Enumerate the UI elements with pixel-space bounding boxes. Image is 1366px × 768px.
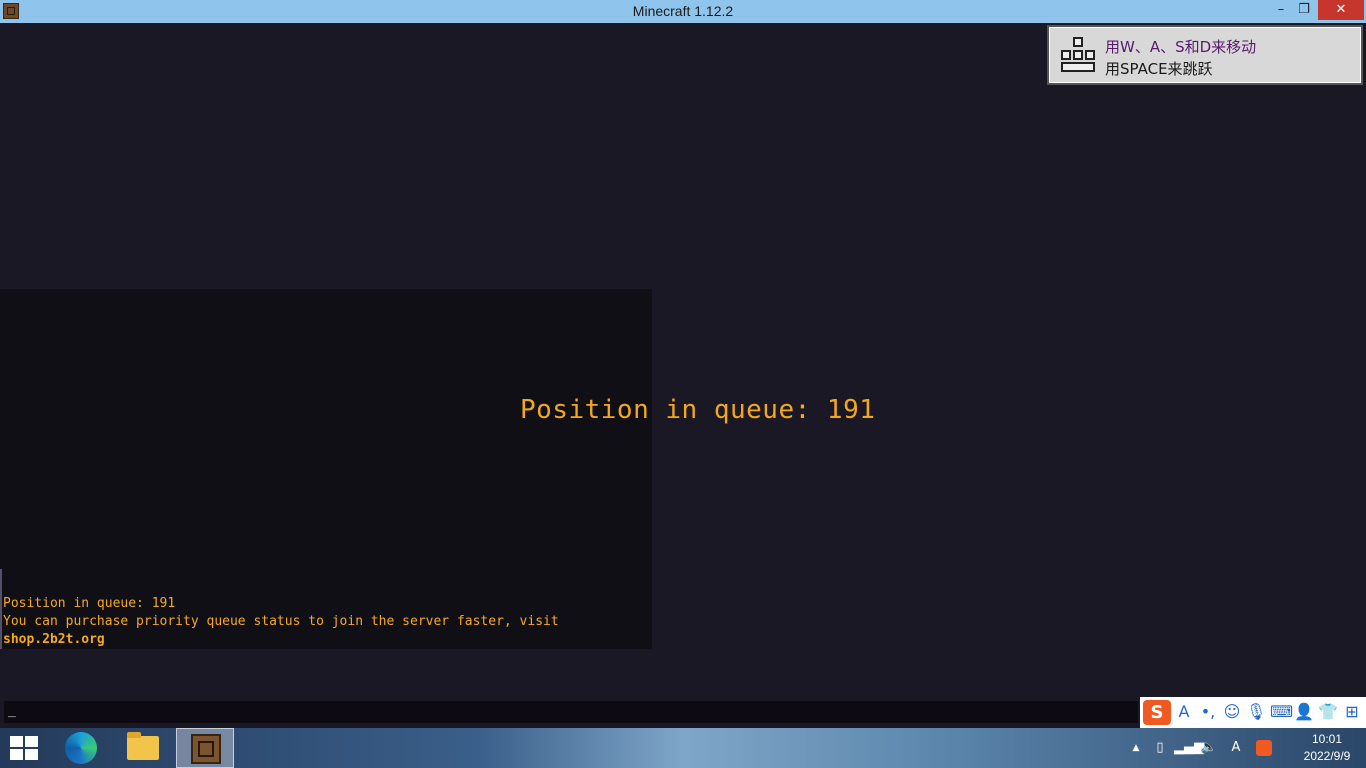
toast-move-hint: 用W、A、S和D来移动 — [1105, 38, 1257, 56]
chat-message-queue: Position in queue: 191 — [3, 596, 176, 611]
taskbar-edge[interactable] — [52, 728, 110, 768]
chat-panel — [0, 289, 652, 649]
tray-volume-icon[interactable]: 🔈 — [1199, 728, 1219, 768]
folder-icon — [127, 732, 159, 760]
tray-network-icon[interactable]: ▂▄▆ — [1174, 728, 1204, 768]
clock-date: 2022/9/9 — [1303, 749, 1351, 763]
edge-browser-icon — [65, 732, 97, 764]
tray-sogou-icon[interactable] — [1254, 728, 1274, 768]
taskbar-file-explorer[interactable] — [114, 728, 172, 768]
toast-jump-hint: 用SPACE来跳跃 — [1105, 60, 1213, 78]
clock-time: 10:01 — [1311, 732, 1343, 746]
restore-button[interactable]: ❐ — [1291, 0, 1317, 20]
game-viewport[interactable]: Position in queue: 191 Position in queue… — [0, 23, 1366, 728]
minecraft-crafting-table-icon — [191, 734, 221, 764]
chat-input[interactable]: _ — [4, 701, 1138, 723]
ime-voice-icon[interactable]: 🎙 — [1246, 702, 1266, 721]
ime-toolbox-icon[interactable]: ⊞ — [1342, 702, 1362, 721]
text-cursor: _ — [8, 703, 16, 718]
window-title-bar[interactable]: Minecraft 1.12.2 – ❐ ✕ — [0, 0, 1366, 23]
ime-toolbar[interactable]: S A •, ☺ 🎙 ⌨ 👤 👕 ⊞ — [1140, 697, 1366, 728]
tutorial-toast: 用W、A、S和D来移动 用SPACE来跳跃 — [1047, 25, 1363, 85]
ime-user-icon[interactable]: 👤 — [1294, 702, 1314, 721]
tray-overflow-chevron-icon[interactable]: ▲ — [1128, 728, 1144, 768]
ime-keyboard-icon[interactable]: ⌨ — [1270, 702, 1293, 721]
system-clock[interactable]: 10:01 2022/9/9 — [1292, 731, 1362, 765]
ime-mode-icon[interactable]: A — [1174, 702, 1194, 721]
close-button[interactable]: ✕ — [1318, 0, 1364, 20]
tray-ime-lang[interactable]: A — [1226, 728, 1246, 768]
window-title: Minecraft 1.12.2 — [632, 3, 734, 19]
taskbar: ▲ ▯ ▂▄▆ 🔈 A 10:01 2022/9/9 — [0, 728, 1366, 768]
keyboard-keys-icon — [1059, 37, 1097, 73]
taskbar-minecraft[interactable] — [176, 728, 234, 768]
chat-scrollbar[interactable] — [0, 569, 2, 649]
windows-start-icon[interactable] — [10, 736, 38, 760]
ime-punctuation-icon[interactable]: •, — [1198, 702, 1218, 721]
ime-skin-icon[interactable]: 👕 — [1318, 702, 1338, 721]
queue-position-title: Position in queue: 191 — [520, 395, 876, 425]
chat-message-shop-link[interactable]: shop.2b2t.org — [3, 632, 105, 647]
ime-emoji-icon[interactable]: ☺ — [1222, 702, 1242, 721]
sogou-logo-icon[interactable]: S — [1143, 700, 1171, 725]
tray-device-icon[interactable]: ▯ — [1150, 728, 1170, 768]
chat-message-priority: You can purchase priority queue status t… — [3, 614, 559, 629]
